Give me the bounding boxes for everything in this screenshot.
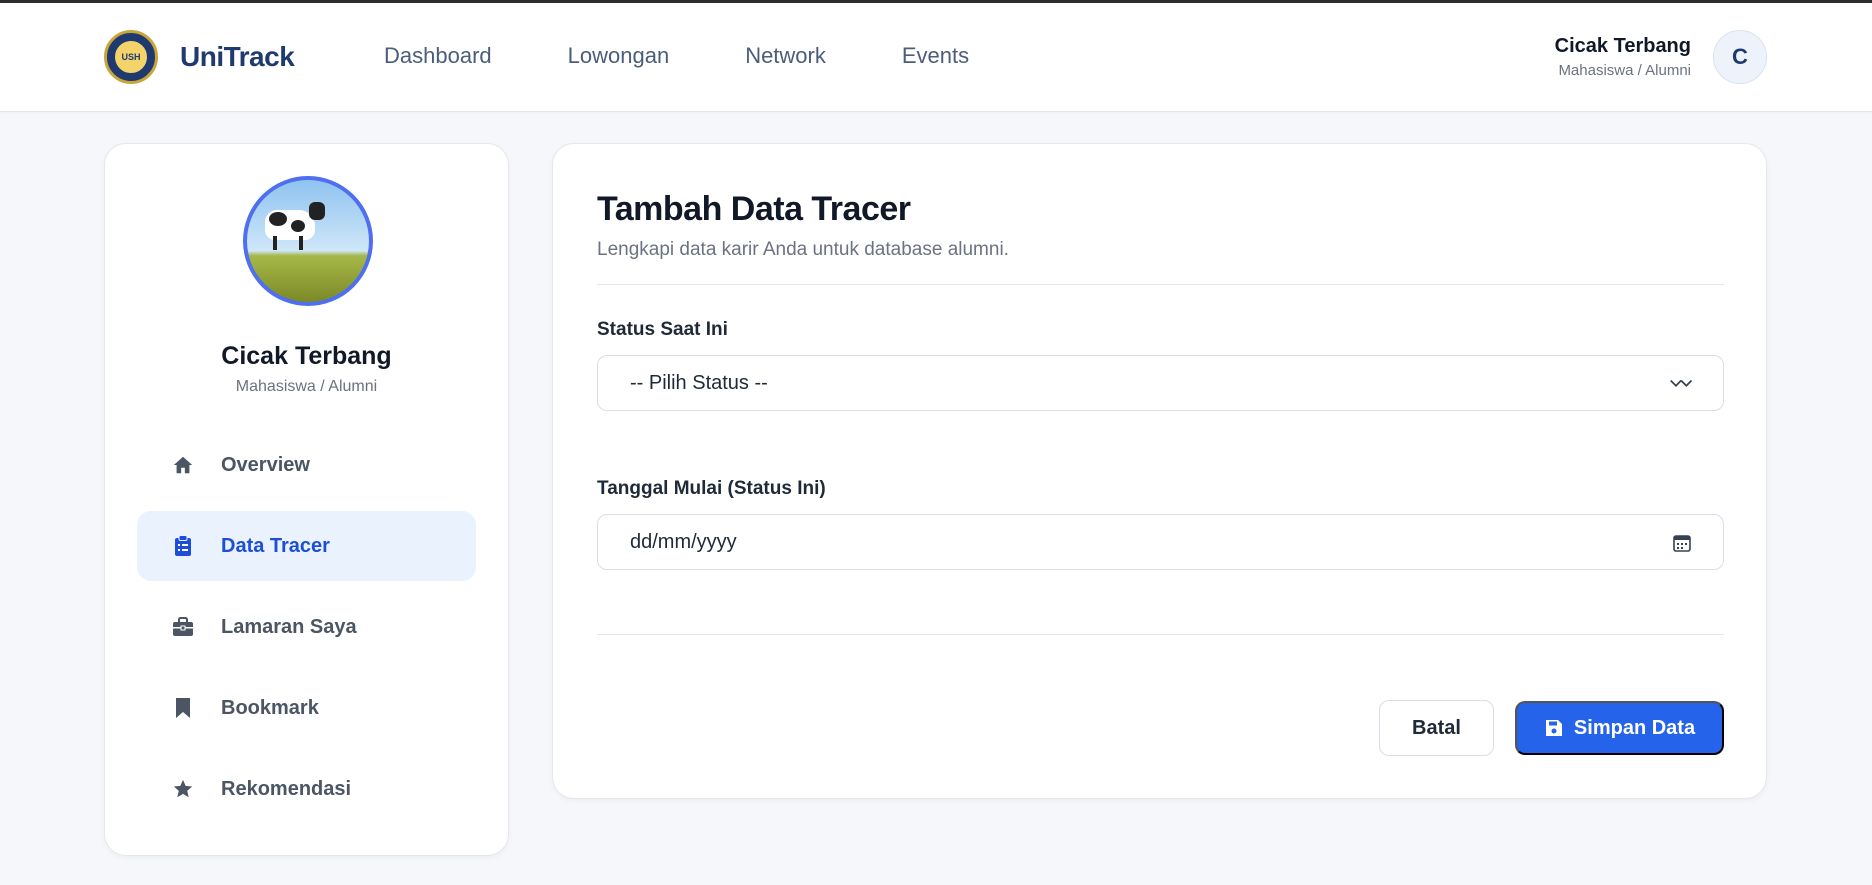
sidebar-item-label: Overview: [221, 453, 310, 476]
header-divider: [597, 284, 1724, 285]
sidebar-item-lamaran-saya[interactable]: Lamaran Saya: [137, 592, 476, 662]
sidebar-item-label: Bookmark: [221, 696, 319, 719]
start-date-value: dd/mm/yyyy: [630, 530, 737, 553]
status-select-value: -- Pilih Status --: [630, 371, 768, 394]
chevron-down-icon: [1669, 372, 1695, 396]
university-seal-logo: USH: [104, 30, 158, 84]
profile-name: Cicak Terbang: [221, 342, 392, 370]
sidebar-item-rekomendasi[interactable]: Rekomendasi: [137, 754, 476, 824]
bookmark-icon: [171, 696, 195, 720]
status-label: Status Saat Ini: [597, 319, 728, 340]
seal-text: USH: [113, 39, 149, 75]
nav-link-network[interactable]: Network: [745, 43, 826, 69]
profile-role: Mahasiswa / Alumni: [235, 378, 378, 395]
user-menu[interactable]: Cicak Terbang Mahasiswa / Alumni C: [1555, 30, 1767, 84]
sidebar-item-data-tracer[interactable]: Data Tracer: [137, 511, 476, 581]
save-icon: [1544, 718, 1564, 738]
save-button-label: Simpan Data: [1573, 716, 1696, 739]
star-icon: [171, 777, 195, 801]
main-nav: Dashboard Lowongan Network Events: [384, 43, 1045, 69]
page-subtitle: Lengkapi data karir Anda untuk database …: [597, 239, 1009, 260]
user-role: Mahasiswa / Alumni: [1558, 62, 1691, 79]
sidebar-item-bookmark[interactable]: Bookmark: [137, 673, 476, 743]
avatar[interactable]: C: [1713, 30, 1767, 84]
top-navbar: USH UniTrack Dashboard Lowongan Network …: [0, 3, 1872, 112]
brand-logo-link[interactable]: USH UniTrack: [104, 30, 295, 84]
nav-link-lowongan[interactable]: Lowongan: [568, 43, 670, 69]
home-icon: [171, 453, 195, 477]
sidebar-item-overview[interactable]: Overview: [137, 430, 476, 500]
sidebar-item-label: Rekomendasi: [221, 777, 352, 800]
nav-link-dashboard[interactable]: Dashboard: [384, 43, 492, 69]
brand-name: UniTrack: [180, 41, 295, 72]
start-date-label: Tanggal Mulai (Status Ini): [597, 478, 826, 499]
briefcase-icon: [171, 615, 195, 639]
calendar-icon[interactable]: [1669, 531, 1695, 555]
clipboard-icon: [171, 534, 195, 558]
profile-photo: [243, 176, 373, 306]
status-select[interactable]: -- Pilih Status --: [597, 355, 1724, 411]
footer-divider: [597, 634, 1724, 635]
tracer-form-card: Tambah Data Tracer Lengkapi data karir A…: [552, 143, 1767, 799]
sidebar-item-label: Data Tracer: [221, 534, 330, 557]
sidebar: Cicak Terbang Mahasiswa / Alumni Overvie…: [104, 143, 509, 856]
nav-link-events[interactable]: Events: [902, 43, 969, 69]
user-info: Cicak Terbang Mahasiswa / Alumni: [1555, 35, 1691, 79]
user-name: Cicak Terbang: [1554, 35, 1691, 57]
page-title: Tambah Data Tracer: [597, 190, 911, 228]
sidebar-item-label: Lamaran Saya: [221, 615, 357, 638]
start-date-input[interactable]: dd/mm/yyyy: [597, 514, 1724, 570]
cancel-button[interactable]: Batal: [1379, 700, 1494, 756]
save-button[interactable]: Simpan Data: [1515, 701, 1724, 755]
